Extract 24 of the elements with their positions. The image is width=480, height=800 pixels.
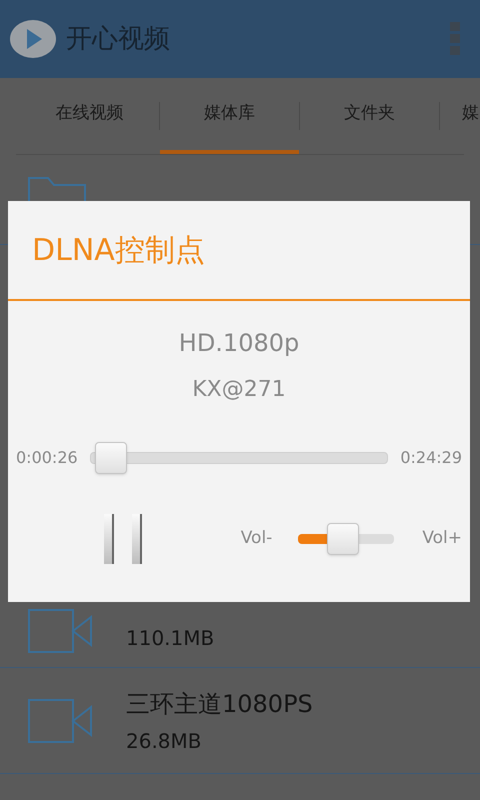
play-cloud-icon (8, 17, 58, 61)
volume-down-label: Vol- (240, 527, 272, 550)
volume-track[interactable] (298, 523, 394, 555)
video-camera-icon (28, 698, 94, 742)
slider-thumb[interactable] (327, 523, 360, 555)
volume-up-label: Vol+ (422, 527, 462, 550)
app-title: 开心视频 (66, 22, 170, 56)
file-size: 26.8MB (126, 728, 203, 754)
device-name: KX@271 (192, 376, 286, 404)
item-title[interactable]: 三环主道1080PS (126, 686, 313, 722)
slider-thumb[interactable] (95, 442, 128, 474)
overflow-menu-icon[interactable] (450, 22, 460, 56)
media-title: HD.1080p (178, 328, 300, 359)
tab[interactable]: 在线视频 (20, 78, 159, 154)
folder-icon (28, 177, 86, 201)
dialog-title: DLNA控制点 (32, 232, 205, 270)
seek-track[interactable] (90, 442, 388, 474)
tab[interactable]: 文件夹 (300, 78, 439, 154)
video-camera-icon (28, 609, 94, 653)
tab[interactable]: 媒 (440, 78, 480, 154)
pause-button[interactable] (104, 514, 142, 564)
elapsed-time: 0:00:26 (16, 447, 78, 469)
total-time: 0:24:29 (400, 447, 462, 469)
file-size: 110.1MB (126, 625, 214, 652)
